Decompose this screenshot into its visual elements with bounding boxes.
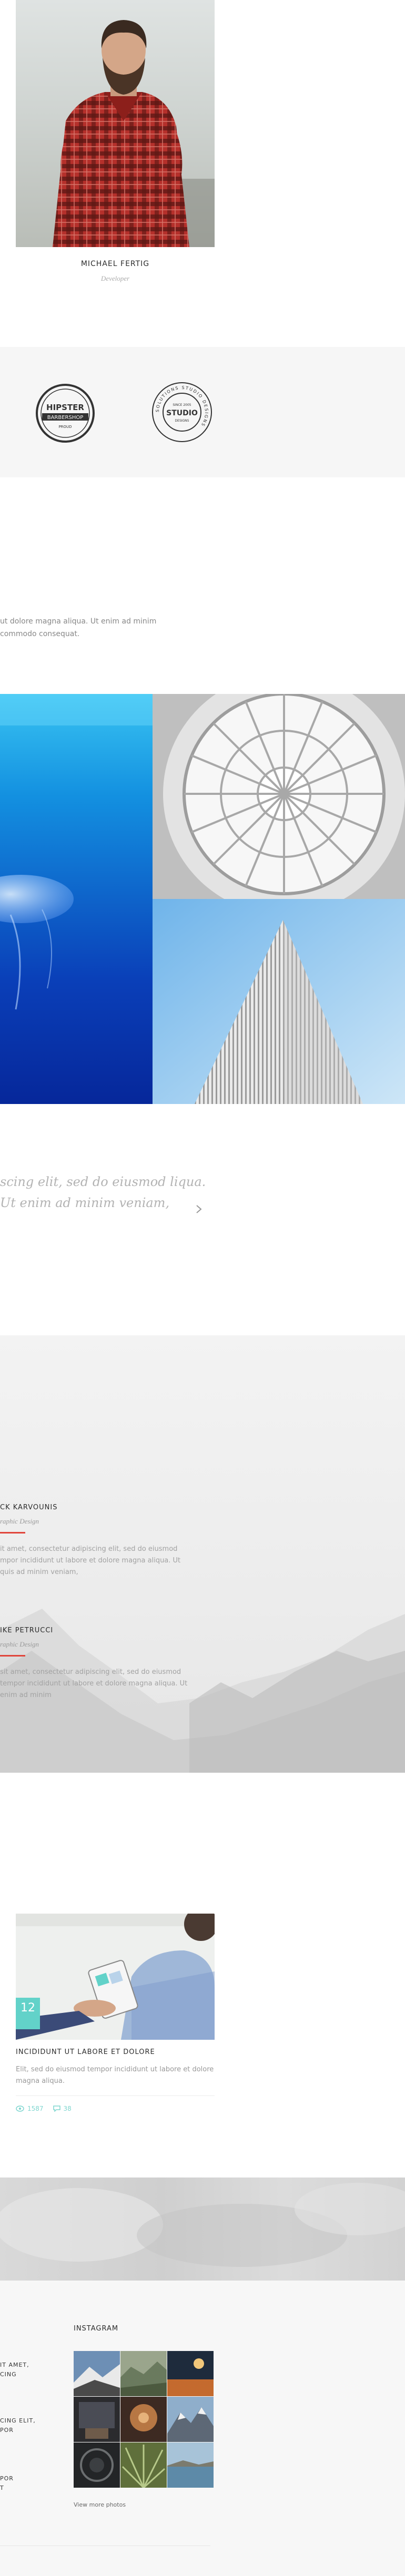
- footer-link-fragment[interactable]: POR T: [0, 2474, 14, 2493]
- testimonial-accent-line: [0, 1532, 25, 1534]
- comment-icon: [53, 2105, 60, 2112]
- instagram-thumbnail[interactable]: [167, 2397, 214, 2442]
- logo-hipster-middle-text: BARBERSHOP: [47, 415, 84, 421]
- client-logos-band: HIPSTER BARBERSHOP PROUD SOLUTIONS STUDI…: [0, 347, 405, 477]
- instagram-heading: INSTAGRAM: [74, 2325, 119, 2333]
- blog-post-meta: 1587 38: [16, 2105, 72, 2112]
- chevron-right-icon[interactable]: [194, 1204, 204, 1214]
- gallery-tile-jellyfish[interactable]: [0, 694, 153, 1104]
- testimonial-accent-line: [0, 1655, 25, 1657]
- instagram-thumbnail[interactable]: [74, 2351, 120, 2396]
- testimonial-name: IKE PETRUCCI: [0, 1627, 54, 1634]
- testimonial-text: sit amet, consectetur adipiscing elit, s…: [0, 1668, 188, 1699]
- blog-divider: [16, 2095, 215, 2096]
- logo-studio-bottom-text: DESIGNS: [175, 419, 189, 423]
- skyscraper-image: [153, 899, 405, 1104]
- about-text-fragment: ut dolore magna aliqua. Ut enim ad minim…: [0, 617, 157, 638]
- testimonials-section: CK KARVOUNIS raphic Design it amet, cons…: [0, 1335, 405, 1773]
- gallery-tile-skyscraper[interactable]: [153, 899, 405, 1104]
- blog-post-image[interactable]: [16, 1914, 215, 2040]
- studio-seal-logo[interactable]: SOLUTIONS STUDIO DESIGNS SINCE 2005 STUD…: [150, 381, 214, 444]
- blurred-background-image: [0, 2183, 405, 2267]
- logo-hipster-bottom-text: PROUD: [58, 425, 72, 429]
- blog-post-excerpt: Elit, sed do eiusmod tempor incididunt u…: [16, 2066, 214, 2085]
- team-member-role: Developer: [100, 274, 130, 282]
- instagram-thumbnail[interactable]: [120, 2397, 167, 2442]
- testimonial-name: CK KARVOUNIS: [0, 1504, 58, 1511]
- team-member-name: MICHAEL FERTIG: [80, 260, 150, 268]
- instagram-thumbnail[interactable]: [120, 2351, 167, 2396]
- blog-post-title[interactable]: INCIDIDUNT UT LABORE ET DOLORE: [16, 2048, 155, 2056]
- man-with-tablet-image: [16, 1914, 215, 2040]
- image-gallery: [0, 694, 405, 1104]
- quote-text: scing elit, sed do eiusmod liqua. Ut eni…: [0, 1174, 206, 1210]
- instagram-thumbnail[interactable]: [167, 2442, 214, 2488]
- blog-date-badge: 12: [16, 1998, 40, 2029]
- glass-dome-image: [153, 694, 405, 899]
- instagram-thumbnail[interactable]: [120, 2442, 167, 2488]
- blog-comments-count: 38: [63, 2105, 72, 2112]
- hipster-barbershop-logo[interactable]: HIPSTER BARBERSHOP PROUD: [35, 383, 96, 444]
- logo-studio-middle-text: STUDIO: [166, 409, 198, 417]
- bearded-man-illustration: [53, 20, 215, 247]
- jellyfish-image: [0, 694, 153, 1104]
- instagram-thumbnail[interactable]: [167, 2351, 214, 2396]
- team-member-photo: [16, 0, 215, 247]
- footer-link-fragment[interactable]: CING ELIT, POR: [0, 2416, 36, 2435]
- testimonial-text: it amet, consectetur adipiscing elit, se…: [0, 1545, 181, 1576]
- logo-hipster-top-text: HIPSTER: [46, 403, 84, 412]
- parallax-strip: [0, 2178, 405, 2281]
- footer-link-fragment[interactable]: IT AMET, CING: [0, 2360, 29, 2379]
- gallery-tile-dome[interactable]: [153, 694, 405, 899]
- testimonial-role: raphic Design: [0, 1517, 39, 1525]
- blog-date-day: 12: [21, 2001, 35, 2015]
- testimonial-role: raphic Design: [0, 1640, 39, 1648]
- blog-views-count: 1587: [27, 2105, 44, 2112]
- eye-icon: [16, 2105, 24, 2112]
- instagram-thumbnail[interactable]: [74, 2442, 120, 2488]
- instagram-thumbnail[interactable]: [74, 2397, 120, 2442]
- logo-studio-top-text: SINCE 2005: [173, 403, 191, 407]
- instagram-view-more-link[interactable]: View more photos: [74, 2501, 126, 2508]
